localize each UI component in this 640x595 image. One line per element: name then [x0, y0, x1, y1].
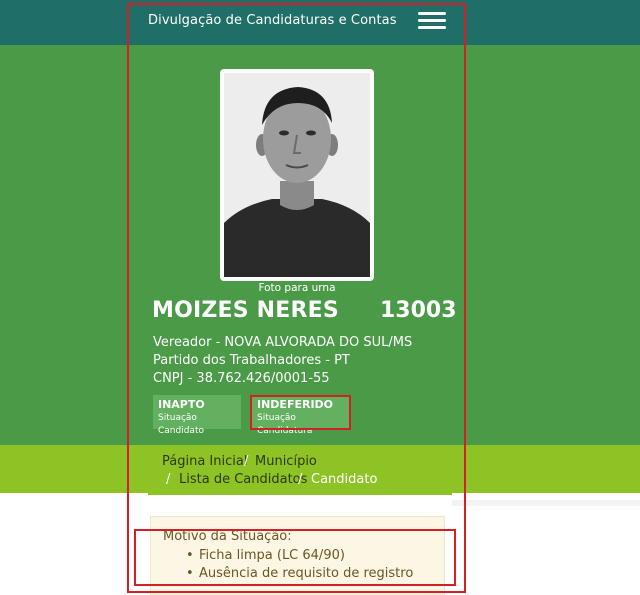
- breadcrumb-separator: /: [166, 472, 171, 487]
- candidate-photo-frame: [220, 69, 374, 281]
- menu-line: [418, 12, 446, 15]
- breadcrumb-municipality-link[interactable]: Município: [255, 454, 317, 469]
- breadcrumb-home-link[interactable]: Página Inicial: [162, 454, 247, 469]
- candidacy-status-badge: INDEFERIDO Situação Candidatura: [252, 395, 349, 436]
- breadcrumb-candidate-list-link[interactable]: Lista de Candidatos: [179, 472, 307, 487]
- candidacy-status-label: Situação Candidatura: [257, 413, 313, 436]
- site-title[interactable]: Divulgação de Candidaturas e Contas: [148, 13, 397, 28]
- candidate-status-value: INAPTO: [158, 398, 205, 411]
- hamburger-menu-icon[interactable]: [418, 12, 446, 30]
- page: Divulgação de Candidaturas e Contas Foto…: [0, 0, 640, 595]
- breadcrumb: [148, 445, 452, 495]
- candidate-status-label: Situação Candidato: [158, 413, 204, 436]
- candidate-number: 13003: [380, 298, 457, 323]
- candidate-name: MOIZES NERES: [152, 298, 339, 323]
- breadcrumb-current-candidate: Candidato: [311, 472, 378, 487]
- candidate-status-badge: INAPTO Situação Candidato: [153, 395, 241, 436]
- candidate-cnpj: CNPJ - 38.762.426/0001-55: [153, 371, 330, 386]
- breadcrumb-separator: /: [298, 472, 303, 487]
- top-bar: Divulgação de Candidaturas e Contas: [0, 0, 640, 45]
- situation-motive-title: Motivo da Situação:: [163, 529, 292, 544]
- candidate-office: Vereador - NOVA ALVORADA DO SUL/MS: [153, 335, 413, 350]
- divider: [452, 500, 640, 506]
- situation-motive-item: Ficha limpa (LC 64/90): [186, 548, 345, 563]
- candidacy-status-value: INDEFERIDO: [257, 398, 334, 411]
- menu-line: [418, 26, 446, 29]
- candidate-photo: [224, 73, 370, 277]
- candidate-portrait-image: [224, 73, 370, 277]
- menu-line: [418, 19, 446, 22]
- breadcrumb-separator: /: [244, 454, 249, 469]
- situation-motive-item: Ausência de requisito de registro: [186, 566, 413, 581]
- candidate-party: Partido dos Trabalhadores - PT: [153, 353, 350, 368]
- photo-caption: Foto para urna: [258, 282, 336, 294]
- candidate-hero: Foto para urna MOIZES NERES 13003 Veread…: [0, 45, 640, 445]
